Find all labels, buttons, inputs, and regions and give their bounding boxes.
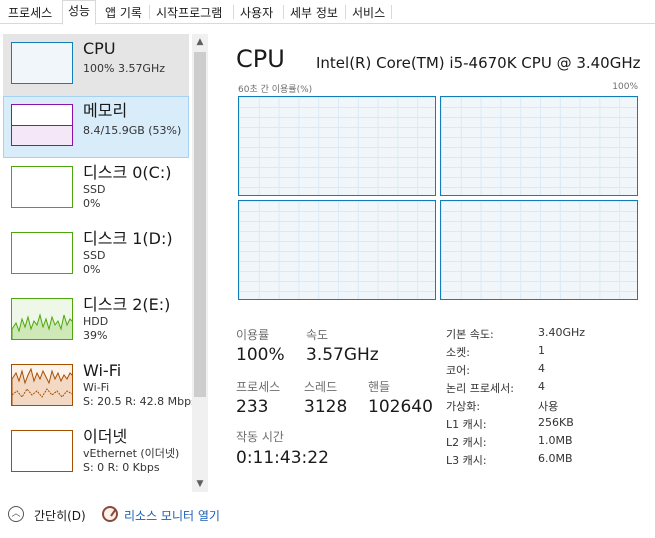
info-key: 논리 프로세서: bbox=[446, 382, 514, 395]
tab-performance[interactable]: 성능 bbox=[62, 0, 97, 25]
processes-value: 233 bbox=[236, 397, 269, 417]
fewer-details-button[interactable]: 간단히(D) bbox=[34, 507, 86, 524]
sidebar-item-detail: 39% bbox=[83, 329, 108, 342]
sidebar-item-disk-1[interactable]: 디스크 1(D:) SSD 0% bbox=[3, 224, 189, 286]
sidebar-item-detail: 0% bbox=[83, 197, 101, 210]
usage-label: 이용률 bbox=[236, 328, 270, 342]
uptime-label: 작동 시간 bbox=[236, 430, 284, 444]
chevron-up-icon[interactable]: ︿ bbox=[8, 506, 24, 522]
disk-1-thumbnail-graph bbox=[11, 232, 73, 274]
info-value: 256KB bbox=[538, 416, 574, 429]
info-key: L3 캐시: bbox=[446, 454, 487, 467]
sidebar-item-title: 이더넷 bbox=[83, 427, 128, 446]
sidebar-item-title: 디스크 2(E:) bbox=[83, 295, 171, 314]
sidebar-item-detail: S: 0 R: 0 Kbps bbox=[83, 461, 160, 474]
tab-services[interactable]: 서비스 bbox=[346, 2, 391, 24]
tab-bar: 프로세스 성능 앱 기록 시작프로그램 사용자 세부 정보 서비스 bbox=[0, 0, 655, 25]
tab-details[interactable]: 세부 정보 bbox=[284, 2, 344, 24]
cpu-core-graph bbox=[238, 200, 436, 300]
sidebar-item-memory[interactable]: 메모리 8.4/15.9GB (53%) bbox=[3, 96, 189, 158]
sidebar-item-wifi[interactable]: Wi-Fi Wi-Fi S: 20.5 R: 42.8 Mbps bbox=[3, 356, 197, 418]
speed-label: 속도 bbox=[306, 328, 329, 342]
sidebar-item-type: SSD bbox=[83, 249, 106, 262]
cpu-core-graph bbox=[440, 200, 638, 300]
sidebar-item-type: Wi-Fi bbox=[83, 381, 110, 394]
speed-value: 3.57GHz bbox=[306, 345, 379, 365]
disk-2-thumbnail-graph bbox=[11, 298, 73, 340]
sidebar-item-type: HDD bbox=[83, 315, 109, 328]
memory-thumbnail-graph bbox=[11, 104, 73, 146]
cpu-thumbnail-graph bbox=[11, 42, 73, 84]
disk-0-thumbnail-graph bbox=[11, 166, 73, 208]
cpu-usage-graphs bbox=[238, 96, 638, 300]
tab-processes[interactable]: 프로세스 bbox=[2, 2, 58, 24]
sidebar-item-title: 디스크 1(D:) bbox=[83, 229, 173, 248]
graph-max-label: 100% bbox=[612, 82, 638, 92]
scroll-down-icon[interactable]: ▼ bbox=[192, 476, 208, 492]
tab-startup[interactable]: 시작프로그램 bbox=[150, 2, 228, 24]
sidebar-item-detail: 0% bbox=[83, 263, 101, 276]
info-key: L2 캐시: bbox=[446, 436, 487, 449]
handles-label: 핸들 bbox=[368, 380, 391, 394]
wifi-thumbnail-graph bbox=[11, 364, 73, 406]
scroll-up-icon[interactable]: ▲ bbox=[192, 34, 208, 50]
sidebar-item-title: Wi-Fi bbox=[83, 361, 122, 380]
sidebar-item-disk-0[interactable]: 디스크 0(C:) SSD 0% bbox=[3, 158, 189, 220]
sidebar-item-title: 메모리 bbox=[83, 101, 128, 120]
info-value: 사용 bbox=[538, 400, 559, 413]
uptime-value: 0:11:43:22 bbox=[236, 448, 329, 468]
info-key: 가상화: bbox=[446, 400, 481, 413]
sidebar-item-title: CPU bbox=[83, 39, 116, 58]
page-title: CPU bbox=[236, 45, 285, 73]
sidebar-scrollbar[interactable]: ▲ ▼ bbox=[192, 34, 208, 492]
tab-app-history[interactable]: 앱 기록 bbox=[99, 2, 148, 24]
info-key: L1 캐시: bbox=[446, 418, 487, 431]
cpu-core-graph bbox=[440, 96, 638, 196]
info-key: 코어: bbox=[446, 364, 470, 377]
cpu-core-graph bbox=[238, 96, 436, 196]
info-value: 4 bbox=[538, 362, 545, 375]
scrollbar-thumb[interactable] bbox=[194, 52, 206, 397]
footer-bar: ︿ 간단히(D) 리소스 모니터 열기 bbox=[0, 500, 655, 530]
ethernet-thumbnail-graph bbox=[11, 430, 73, 472]
sidebar-item-title: 디스크 0(C:) bbox=[83, 163, 172, 182]
graph-caption: 60초 간 이용률(%) bbox=[238, 85, 313, 95]
tab-divider bbox=[391, 5, 392, 19]
info-value: 6.0MB bbox=[538, 452, 573, 465]
sidebar-item-type: SSD bbox=[83, 183, 106, 196]
sidebar-item-detail: 100% 3.57GHz bbox=[83, 62, 166, 75]
info-value: 1.0MB bbox=[538, 434, 573, 447]
info-value: 1 bbox=[538, 344, 545, 357]
resource-monitor-icon[interactable] bbox=[102, 506, 118, 522]
sidebar-item-ethernet[interactable]: 이더넷 vEthernet (이더넷) S: 0 R: 0 Kbps bbox=[3, 422, 189, 484]
cpu-model-name: Intel(R) Core(TM) i5-4670K CPU @ 3.40GHz bbox=[316, 54, 641, 72]
threads-value: 3128 bbox=[304, 397, 348, 417]
info-value: 3.40GHz bbox=[538, 326, 586, 339]
handles-value: 102640 bbox=[368, 397, 433, 417]
sidebar-item-detail: S: 20.5 R: 42.8 Mbps bbox=[83, 395, 197, 408]
sidebar-item-cpu[interactable]: CPU 100% 3.57GHz bbox=[3, 34, 189, 96]
processes-label: 프로세스 bbox=[236, 380, 281, 394]
resource-monitor-link[interactable]: 리소스 모니터 열기 bbox=[124, 507, 220, 524]
info-key: 기본 속도: bbox=[446, 328, 494, 341]
info-value: 4 bbox=[538, 380, 545, 393]
resource-sidebar: CPU 100% 3.57GHz 메모리 8.4/15.9GB (53%) 디스… bbox=[0, 34, 210, 492]
sidebar-item-disk-2[interactable]: 디스크 2(E:) HDD 39% bbox=[3, 290, 189, 352]
threads-label: 스레드 bbox=[304, 380, 338, 394]
sidebar-item-detail: 8.4/15.9GB (53%) bbox=[83, 124, 182, 137]
info-key: 소켓: bbox=[446, 346, 470, 359]
tab-users[interactable]: 사용자 bbox=[234, 2, 279, 24]
usage-value: 100% bbox=[236, 345, 285, 365]
sidebar-item-type: vEthernet (이더넷) bbox=[83, 447, 180, 460]
